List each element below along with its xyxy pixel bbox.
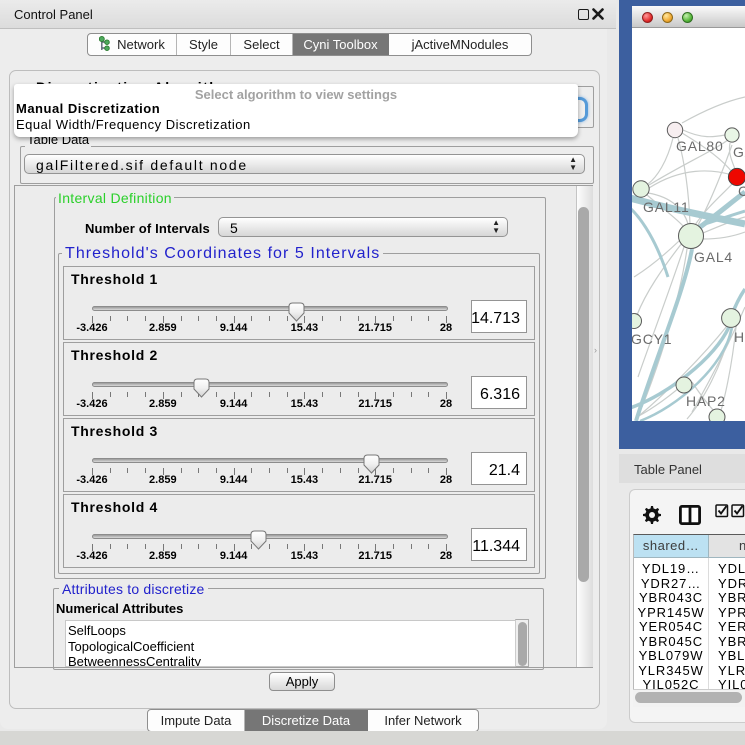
svg-text:GAL80: GAL80 — [676, 138, 724, 154]
svg-text:C: C — [738, 183, 745, 199]
svg-text:HAP2: HAP2 — [686, 393, 726, 409]
svg-text:H: H — [734, 329, 745, 345]
svg-text:GAL11: GAL11 — [643, 199, 690, 215]
svg-text:GA: GA — [733, 144, 745, 160]
svg-text:GAL4: GAL4 — [694, 249, 733, 265]
svg-text:GCY1: GCY1 — [632, 331, 672, 347]
